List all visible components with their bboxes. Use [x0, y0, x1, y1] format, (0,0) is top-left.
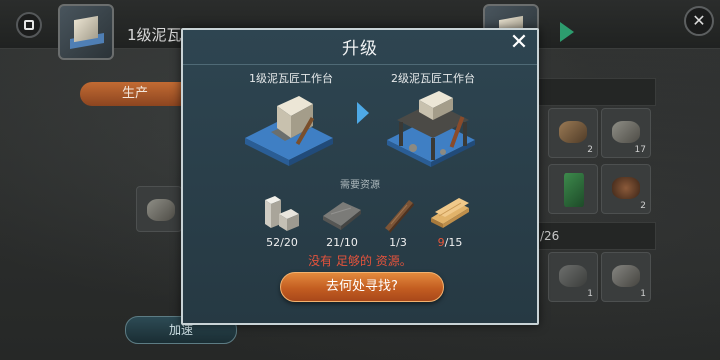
next-level-label: 2级泥瓦匠工作台 — [391, 72, 475, 85]
upgrade-dialog: 升级 ✕ 1级泥瓦匠工作台 2级泥瓦匠工作台 需要资源 52/20 21/10 … — [181, 28, 539, 325]
recipe-slot[interactable] — [136, 186, 182, 232]
stone-slab-icon — [323, 202, 361, 230]
inventory-slot[interactable]: 1 — [601, 252, 651, 302]
dialog-title: 升级 — [342, 39, 378, 59]
inventory-slot[interactable]: 2 — [548, 108, 598, 158]
divider — [183, 64, 537, 65]
inventory-slot[interactable]: 1 — [548, 252, 598, 302]
wooden-planks-icon — [431, 198, 469, 228]
tab-produce[interactable]: 生产 — [80, 82, 190, 106]
menu-toggle-button[interactable] — [16, 12, 42, 38]
required-resources-label: 需要资源 — [340, 180, 380, 191]
stone-blocks-icon — [265, 196, 299, 231]
inventory-slot[interactable]: 2 — [601, 164, 651, 214]
resource-count: 1/3 — [389, 236, 407, 249]
background-count: /26 — [540, 229, 560, 243]
current-level-label: 1级泥瓦匠工作台 — [249, 72, 333, 85]
level-2-workbench-icon — [387, 91, 475, 167]
current-workbench-thumbnail[interactable] — [58, 4, 114, 60]
resource-stone-slab[interactable]: 21/10 — [317, 194, 367, 252]
level-1-workbench-icon — [245, 96, 333, 166]
inventory-slot[interactable]: 17 — [601, 108, 651, 158]
not-enough-resources-warning: 没有 足够的 资源。 — [308, 254, 412, 268]
arrow-right-icon — [357, 102, 369, 124]
background-row — [538, 78, 656, 106]
workbench-title: 1级泥瓦 — [127, 26, 182, 44]
wooden-stick-icon — [385, 200, 414, 233]
resource-count: 9/15 — [437, 236, 463, 249]
inventory-slot[interactable] — [548, 164, 598, 214]
where-to-find-button[interactable]: 去何处寻找? — [280, 272, 444, 302]
close-icon[interactable]: ✕ — [505, 29, 533, 57]
resource-wooden-planks[interactable]: 9/15 — [425, 194, 475, 252]
resource-count: 21/10 — [326, 236, 358, 249]
resource-wooden-stick[interactable]: 1/3 — [373, 194, 423, 252]
resource-stone-blocks[interactable]: 52/20 — [257, 194, 307, 252]
next-arrow-icon[interactable] — [560, 22, 574, 42]
resource-count: 52/20 — [266, 236, 298, 249]
close-screen-button[interactable]: ✕ — [684, 6, 714, 36]
